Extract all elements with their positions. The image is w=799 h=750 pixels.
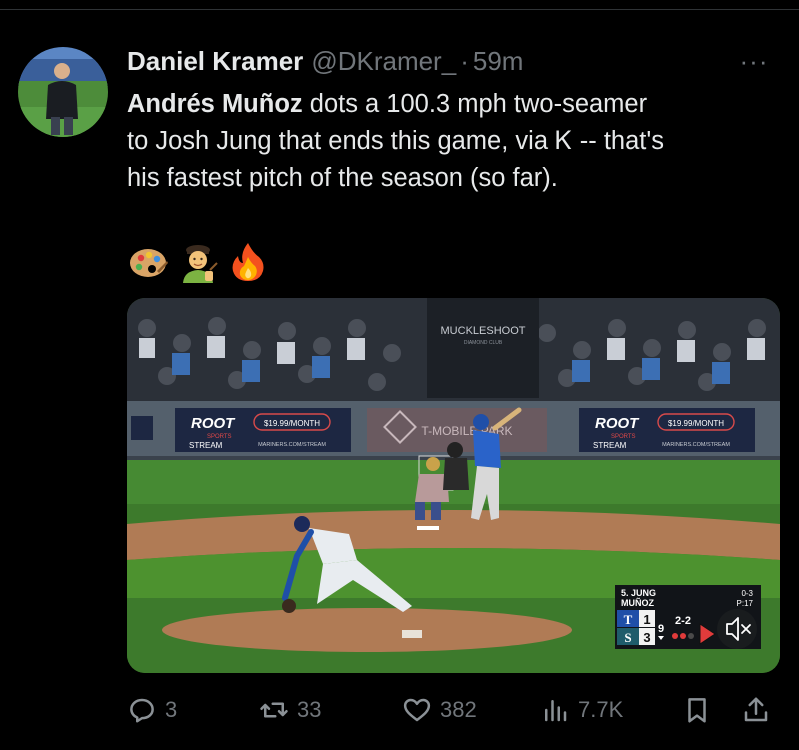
heart-icon — [403, 698, 431, 722]
scorebug-team2-score: 3 — [643, 630, 650, 645]
ad-right-brand: ROOT — [595, 415, 640, 432]
share-button[interactable] — [741, 695, 771, 725]
fire-emoji — [232, 243, 264, 281]
scorebug-inning: 9 — [658, 623, 664, 635]
display-name[interactable]: Daniel Kramer — [127, 46, 303, 77]
scorebug-pitch-count: P:17 — [737, 599, 754, 608]
avatar-image — [18, 47, 108, 137]
top-divider — [0, 9, 799, 10]
mute-button[interactable] — [717, 609, 757, 649]
scorebug-batter: 5. JUNG — [621, 588, 656, 598]
emoji-row — [127, 241, 269, 283]
header-separator: · — [460, 45, 469, 76]
tweet-actions: 3 33 382 7.7K — [127, 688, 777, 732]
stadium-sign-sub: DIAMOND CLUB — [464, 340, 503, 346]
video-player[interactable]: MUCKLESHOOT DIAMOND CLUB ROOT SPORTS STR… — [127, 298, 780, 673]
ad-left-stream: STREAM — [189, 441, 223, 450]
like-button[interactable]: 382 — [402, 695, 477, 725]
retweet-icon — [260, 702, 288, 718]
ad-left-price: $19.99/MONTH — [264, 419, 320, 428]
retweet-count: 33 — [297, 697, 322, 722]
ad-left-sub: SPORTS — [207, 434, 232, 440]
tweet-text-line: Andrés Muñoz dots a 100.3 mph two-seamer — [127, 90, 648, 118]
tweet-header: Daniel Kramer @DKramer_ · 59m — [127, 44, 523, 78]
tweet-text-line: to Josh Jung that ends this game, via Ꮶ … — [127, 127, 664, 155]
bookmark-button[interactable] — [682, 695, 712, 725]
retweet-button[interactable]: 33 — [259, 695, 321, 725]
stadium-sign: MUCKLESHOOT — [441, 325, 526, 337]
tweet-text-line: his fastest pitch of the season (so far)… — [127, 164, 558, 192]
more-options-button[interactable]: ··· — [732, 45, 776, 76]
bookmark-icon — [688, 698, 706, 723]
reply-count: 3 — [165, 697, 178, 722]
more-icon: ··· — [739, 45, 769, 76]
scorebug-team1-score: 1 — [643, 612, 650, 627]
artist-emoji — [183, 245, 218, 283]
ad-right-stream: STREAM — [593, 441, 627, 450]
share-icon — [744, 697, 768, 722]
reply-button[interactable]: 3 — [127, 695, 177, 725]
video-frame: MUCKLESHOOT DIAMOND CLUB ROOT SPORTS STR… — [127, 298, 780, 673]
scorebug-count: 2-2 — [675, 615, 691, 627]
reply-icon — [130, 698, 154, 723]
ad-left-url: MARINERS.COM/STREAM — [258, 442, 326, 448]
scorebug-batter-stat: 0-3 — [741, 589, 753, 598]
user-handle[interactable]: @DKramer_ — [311, 46, 456, 77]
mentioned-player: Andrés Muñoz — [127, 90, 303, 118]
ad-right-url: MARINERS.COM/STREAM — [662, 442, 730, 448]
ad-right-price: $19.99/MONTH — [668, 419, 724, 428]
tweet-time[interactable]: 59m — [473, 46, 524, 77]
scorebug-pitcher: MUÑOZ — [621, 598, 654, 608]
artist-palette-emoji — [130, 249, 168, 277]
ad-right-sub: SPORTS — [611, 434, 636, 440]
ad-left-brand: ROOT — [191, 415, 236, 432]
views-button[interactable]: 7.7K — [540, 695, 623, 725]
scorebug-team2: S — [624, 630, 631, 645]
like-count: 382 — [440, 697, 477, 722]
scorebug-team1: T — [624, 612, 633, 627]
analytics-icon — [545, 700, 567, 722]
avatar[interactable] — [18, 47, 108, 137]
tweet-text: Andrés Muñoz dots a 100.3 mph two-seamer… — [127, 86, 787, 197]
view-count: 7.7K — [578, 697, 624, 722]
